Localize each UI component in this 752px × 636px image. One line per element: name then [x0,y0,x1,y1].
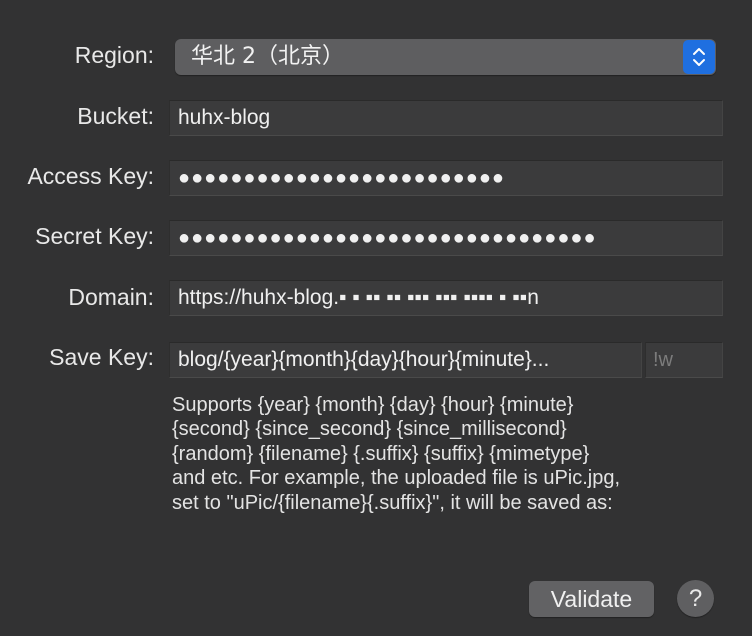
save-key-input[interactable]: blog/{year}{month}{day}{hour}{minute}... [169,342,642,378]
help-line: Supports {year} {month} {day} {hour} {mi… [172,394,574,416]
secret-key-label: Secret Key: [35,223,154,249]
access-key-field[interactable]: ●●●●●●●●●●●●●●●●●●●●●●●●● [169,160,723,196]
up-down-chevron-icon[interactable] [683,40,715,74]
domain-input[interactable]: https://huhx-blog.▪ ▪ ▪▪ ▪▪ ▪▪▪ ▪▪▪ ▪▪▪▪… [169,280,723,316]
bucket-input[interactable]: huhx-blog [169,100,723,136]
save-key-help-text: Supports {year} {month} {day} {hour} {mi… [172,393,732,515]
help-line: and etc. For example, the uploaded file … [172,467,621,490]
access-key-label: Access Key: [27,163,154,189]
help-button[interactable]: ? [677,580,714,617]
region-select-value: 华北 2（北京） [191,44,344,69]
region-label: Region: [74,42,154,68]
region-select[interactable]: 华北 2（北京） [175,39,716,75]
save-key-label: Save Key: [49,344,154,370]
secret-key-field[interactable]: ●●●●●●●●●●●●●●●●●●●●●●●●●●●●●●●● [169,220,723,256]
help-line: set to "uPic/{filename}{.suffix}", it wi… [172,491,613,514]
bucket-label: Bucket: [77,103,154,129]
help-line: {random} {filename} {.suffix} {suffix} {… [172,442,590,465]
help-line: {second} {since_second} {since_milliseco… [172,418,567,441]
save-key-suffix-input[interactable]: !w [645,342,723,378]
domain-label: Domain: [68,284,154,310]
validate-button[interactable]: Validate [529,581,654,617]
